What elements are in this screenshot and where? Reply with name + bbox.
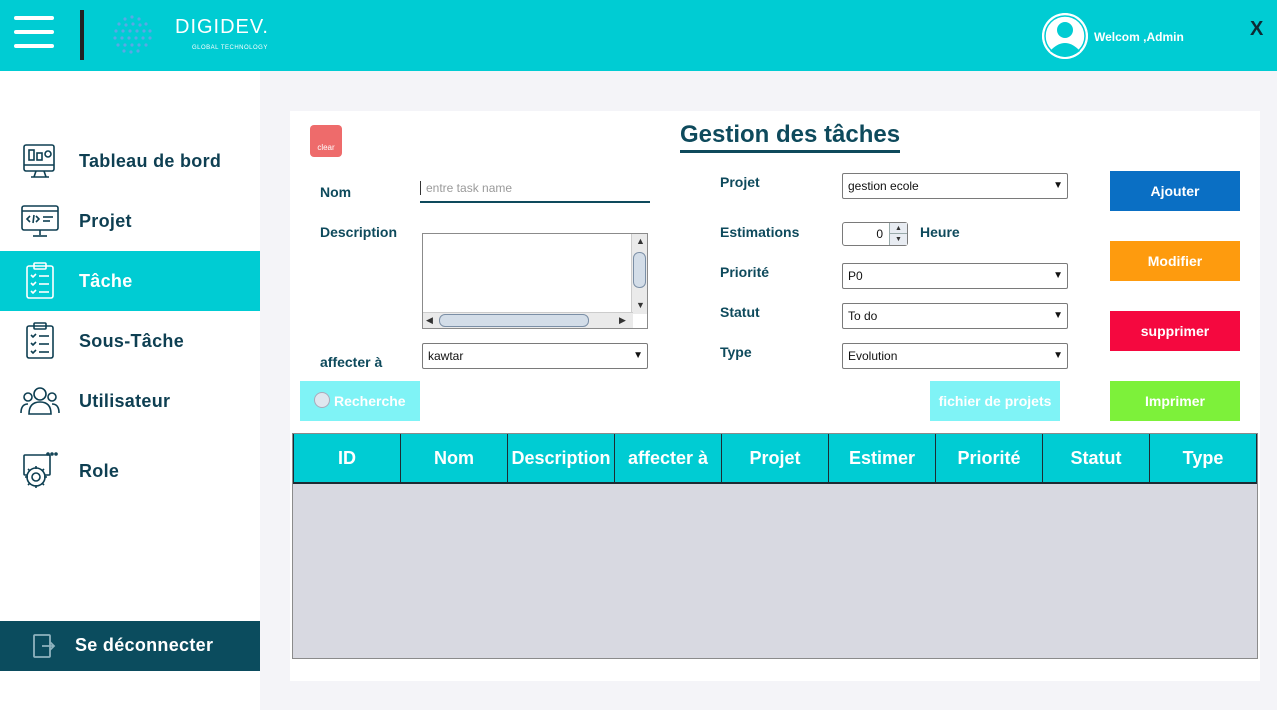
column-header-nom[interactable]: Nom [401, 434, 508, 482]
scroll-thumb[interactable] [633, 252, 646, 288]
modifier-button[interactable]: Modifier [1110, 241, 1240, 281]
projet-label: Projet [720, 174, 760, 190]
sidebar-item-tache[interactable]: Tâche [0, 251, 260, 311]
sidebar: Tableau de bord Projet Tâche Sous-Tâche [0, 71, 260, 710]
page-title: Gestion des tâches [680, 121, 901, 153]
header-divider [80, 10, 84, 60]
column-header-type[interactable]: Type [1150, 434, 1257, 482]
recherche-label: Recherche [334, 393, 406, 409]
statut-label: Statut [720, 304, 760, 320]
dashboard-icon [23, 144, 55, 178]
sidebar-item-label: Projet [79, 210, 132, 231]
scroll-up-arrow-icon[interactable]: ▲ [636, 236, 645, 246]
estimations-value: 0 [876, 227, 883, 241]
clear-button[interactable]: clear [310, 125, 342, 157]
projet-value: gestion ecole [848, 179, 919, 193]
scroll-left-arrow-icon[interactable]: ◀ [426, 315, 433, 326]
column-header-projet[interactable]: Projet [722, 434, 829, 482]
ajouter-button[interactable]: Ajouter [1110, 171, 1240, 211]
column-header-id[interactable]: ID [293, 434, 401, 482]
logout-label: Se déconnecter [75, 635, 214, 655]
logout-icon [33, 634, 56, 658]
sidebar-item-label: Utilisateur [79, 390, 171, 411]
sidebar-item-label: Tableau de bord [79, 150, 222, 171]
supprimer-button[interactable]: supprimer [1110, 311, 1240, 351]
clipboard-list-icon [26, 322, 54, 359]
scroll-down-arrow-icon[interactable]: ▼ [636, 300, 645, 310]
affecter-label: affecter à [320, 354, 383, 370]
chevron-down-icon: ▼ [1053, 180, 1063, 191]
sidebar-item-projet[interactable]: Projet [0, 191, 260, 251]
sidebar-item-sous-tache[interactable]: Sous-Tâche [0, 311, 260, 371]
estimations-spinner[interactable]: 0 ▲ ▼ [842, 222, 908, 246]
search-icon [314, 392, 330, 408]
tasks-table[interactable]: ID Nom Description affecter à Projet Est… [292, 433, 1258, 659]
nom-label: Nom [320, 184, 352, 200]
sidebar-item-role[interactable]: Role [0, 441, 260, 501]
sidebar-item-tableau-de-bord[interactable]: Tableau de bord [0, 131, 260, 191]
imprimer-button[interactable]: Imprimer [1110, 381, 1240, 421]
estimations-label: Estimations [720, 224, 800, 240]
sidebar-item-utilisateur[interactable]: Utilisateur [0, 371, 260, 431]
statut-select[interactable]: To do ▼ [842, 303, 1068, 329]
column-header-statut[interactable]: Statut [1043, 434, 1150, 482]
spinner-buttons: ▲ ▼ [889, 223, 907, 245]
projet-select[interactable]: gestion ecole ▼ [842, 173, 1068, 199]
avatar[interactable] [1042, 13, 1088, 59]
code-monitor-icon [21, 205, 59, 237]
description-textarea[interactable]: ▲ ▼ ◀ ▶ [422, 233, 648, 329]
users-icon [20, 387, 60, 415]
priorite-select[interactable]: P0 ▼ [842, 263, 1068, 289]
brand-tagline: GLOBAL TECHNOLOGY [192, 45, 268, 51]
fichier-projets-button[interactable]: fichier de projets [930, 381, 1060, 421]
spinner-down-icon[interactable]: ▼ [890, 234, 907, 245]
description-label: Description [320, 224, 398, 240]
gear-icon [23, 452, 58, 488]
chevron-down-icon: ▼ [1053, 310, 1063, 321]
hamburger-menu-icon[interactable] [14, 16, 54, 48]
scroll-right-arrow-icon[interactable]: ▶ [619, 315, 626, 326]
task-management-panel: clear Gestion des tâches Nom Description… [290, 111, 1260, 681]
sidebar-item-label: Sous-Tâche [79, 330, 185, 351]
sidebar-item-label: Role [79, 460, 120, 481]
description-vertical-scrollbar[interactable]: ▲ ▼ [631, 234, 647, 314]
recherche-button[interactable]: Recherche [300, 381, 420, 421]
app-header: DIGIDEV. GLOBAL TECHNOLOGY Welcom ,Admin… [0, 0, 1277, 71]
scroll-thumb[interactable] [439, 314, 589, 327]
description-horizontal-scrollbar[interactable]: ◀ ▶ [423, 312, 633, 328]
priorite-value: P0 [848, 269, 863, 283]
column-header-estimer[interactable]: Estimer [829, 434, 936, 482]
type-label: Type [720, 344, 752, 360]
logout-button[interactable]: Se déconnecter [0, 621, 260, 671]
affecter-select[interactable]: kawtar ▼ [422, 343, 648, 369]
column-header-description[interactable]: Description [508, 434, 615, 482]
chevron-down-icon: ▼ [633, 350, 643, 361]
type-select[interactable]: Evolution ▼ [842, 343, 1068, 369]
table-header: ID Nom Description affecter à Projet Est… [293, 434, 1257, 484]
close-button[interactable]: X [1250, 18, 1263, 41]
brand-name: DIGIDEV. [175, 16, 269, 38]
affecter-value: kawtar [428, 349, 464, 363]
nom-input[interactable] [420, 175, 650, 203]
text-caret [420, 181, 421, 195]
statut-value: To do [848, 309, 878, 323]
spinner-up-icon[interactable]: ▲ [890, 223, 907, 234]
column-header-priorite[interactable]: Priorité [936, 434, 1043, 482]
heure-label: Heure [920, 224, 960, 240]
priorite-label: Priorité [720, 264, 770, 280]
clipboard-checklist-icon [26, 262, 54, 299]
welcome-text: Welcom ,Admin [1094, 30, 1184, 44]
type-value: Evolution [848, 349, 898, 363]
logo-globe-icon [113, 15, 152, 54]
chevron-down-icon: ▼ [1053, 270, 1063, 281]
chevron-down-icon: ▼ [1053, 350, 1063, 361]
sidebar-item-label: Tâche [79, 270, 133, 291]
column-header-affecter[interactable]: affecter à [615, 434, 722, 482]
